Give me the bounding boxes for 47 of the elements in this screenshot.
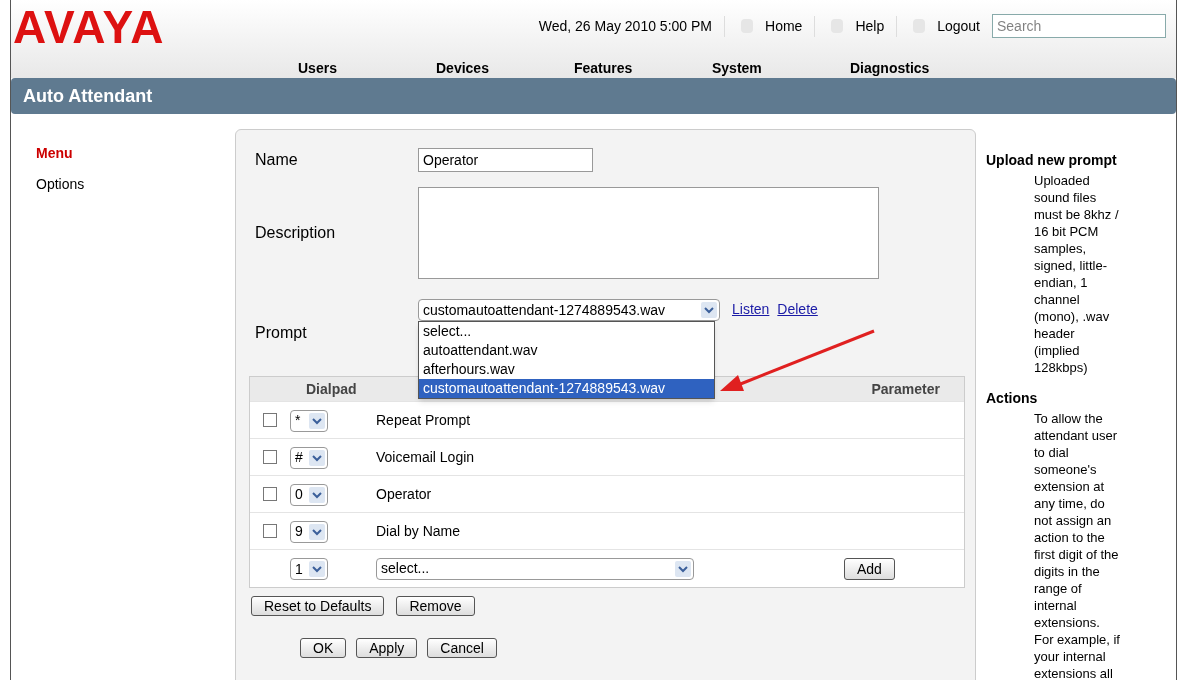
- action-text: Operator: [376, 484, 432, 504]
- nav-item[interactable]: Devices: [436, 58, 574, 79]
- column-header: Dialpad: [306, 379, 357, 399]
- nav-item[interactable]: Users: [298, 58, 436, 79]
- column-header: Parameter: [871, 379, 940, 399]
- help-heading: Upload new prompt: [986, 152, 1118, 169]
- dialpad-dropdown[interactable]: 9: [290, 520, 328, 543]
- page-title-bar: Auto Attendant: [11, 78, 1176, 114]
- button[interactable]: Apply: [356, 638, 418, 658]
- name-field[interactable]: Operator: [418, 148, 593, 172]
- date-time: Wed, 26 May 2010 5:00 PM: [538, 16, 712, 36]
- action-text: Voicemail Login: [376, 447, 475, 467]
- dialpad-dropdown[interactable]: 1: [290, 558, 328, 580]
- nav-item[interactable]: System: [712, 58, 850, 79]
- field-label: Name: [255, 150, 299, 170]
- dropdown-option[interactable]: autoattendant.wav: [419, 341, 714, 360]
- sidebar-item[interactable]: Menu: [36, 143, 235, 164]
- action-text: Dial by Name: [376, 521, 461, 541]
- delete-link[interactable]: Delete: [777, 299, 818, 320]
- help-text: Uploaded sound files must be 8khz / 16 bit PCM samples, signed, little-endian, 1 channel (mono), .wav header (implied 128kbps): [1034, 172, 1120, 376]
- action-dropdown[interactable]: select...: [376, 557, 694, 580]
- help-text: To allow the attendant user to dial someone's extension at any time, do not assign an action to the first digit of the digits in the range of internal extensions. For example, if your internal extensions all: [1034, 410, 1121, 680]
- nav-item[interactable]: Features: [574, 58, 712, 79]
- header-link[interactable]: Logout: [896, 15, 980, 37]
- header-link[interactable]: Help: [814, 15, 885, 37]
- button[interactable]: Cancel: [427, 638, 497, 658]
- field-label: Description: [255, 223, 337, 243]
- search-field[interactable]: Search: [992, 14, 1166, 38]
- sidebar-item[interactable]: Options: [36, 174, 235, 195]
- button[interactable]: Remove: [396, 596, 475, 616]
- logo: AVAYA: [13, 4, 165, 50]
- dropdown-option[interactable]: afterhours.wav: [419, 360, 714, 379]
- nav-item[interactable]: Diagnostics: [850, 58, 988, 79]
- listen-link[interactable]: Listen: [732, 299, 770, 320]
- button[interactable]: Reset to Defaults: [251, 596, 385, 616]
- action-text: Repeat Prompt: [376, 410, 471, 430]
- dialpad-dropdown[interactable]: *: [290, 409, 328, 432]
- field-label: Prompt: [255, 323, 308, 343]
- dialpad-dropdown[interactable]: #: [290, 446, 328, 469]
- dropdown-option[interactable]: customautoattendant-1274889543.wav: [419, 379, 714, 398]
- dialpad-dropdown[interactable]: 0: [290, 483, 328, 506]
- add-button[interactable]: Add: [844, 557, 895, 580]
- help-heading: Actions: [986, 390, 1039, 407]
- dropdown-option[interactable]: select...: [419, 322, 714, 341]
- header-link[interactable]: Home: [724, 15, 803, 37]
- prompt-dropdown[interactable]: customautoattendant-1274889543.wav: [418, 299, 720, 321]
- button[interactable]: OK: [300, 638, 347, 658]
